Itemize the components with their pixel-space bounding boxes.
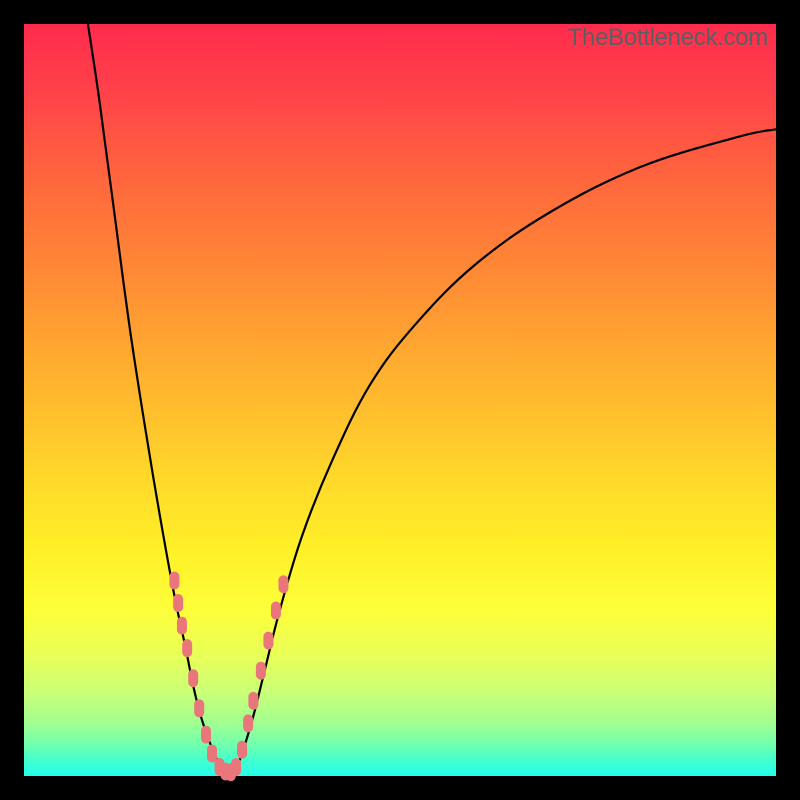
marker-point [237,741,247,759]
marker-point [177,617,187,635]
marker-point [169,571,179,589]
marker-point [263,632,273,650]
chart-svg [24,24,776,776]
marker-point [188,669,198,687]
curve-left-branch [88,24,223,772]
marker-point [201,726,211,744]
marker-point [231,758,241,776]
marker-point [173,594,183,612]
marker-point [256,662,266,680]
marker-point [271,602,281,620]
curve-right-branch [235,129,776,772]
marker-point [194,699,204,717]
marker-point [243,714,253,732]
marker-point [278,575,288,593]
marker-point [182,639,192,657]
plot-area: TheBottleneck.com [24,24,776,776]
marker-point [248,692,258,710]
marker-group [169,571,288,781]
marker-point [207,744,217,762]
